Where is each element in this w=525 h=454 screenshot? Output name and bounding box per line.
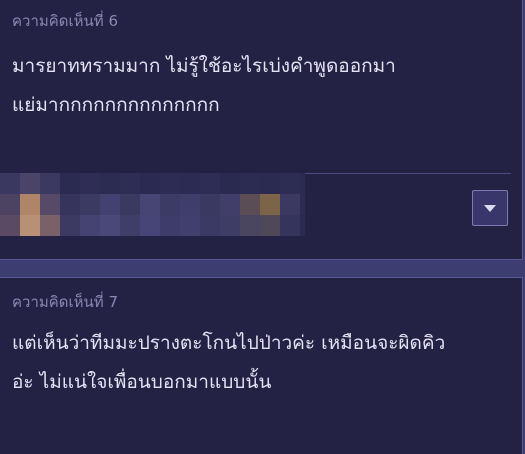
- mosaic-tile: [280, 173, 300, 194]
- mosaic-tile: [220, 194, 240, 215]
- mosaic-tile: [60, 173, 80, 194]
- mosaic-tile: [60, 194, 80, 215]
- mosaic-tile: [20, 194, 40, 215]
- mosaic-tile: [80, 194, 100, 215]
- mosaic-tile: [260, 173, 280, 194]
- author-profile-blurred[interactable]: [0, 171, 305, 237]
- mosaic-tile: [120, 194, 140, 215]
- mosaic-tile: [140, 173, 160, 194]
- mosaic-tile: [140, 194, 160, 215]
- mosaic-tile: [40, 215, 60, 236]
- mosaic-tile: [40, 173, 60, 194]
- mosaic-tile: [260, 215, 280, 236]
- comment-line: มารยาททรามมาก ไม่รู้ใช้อะไรเบ่งคำพูดออกม…: [12, 55, 396, 77]
- comment-page: ความคิดเห็นที่ 6 มารยาททรามมาก ไม่รู้ใช้…: [0, 0, 525, 454]
- mosaic-tile: [100, 194, 120, 215]
- mosaic-tile: [180, 173, 200, 194]
- mosaic-tile: [80, 215, 100, 236]
- mosaic-tile: [180, 194, 200, 215]
- comment-menu-button[interactable]: [472, 190, 508, 226]
- mosaic-tile: [280, 194, 300, 215]
- mosaic-tile: [100, 173, 120, 194]
- mosaic-tile: [80, 173, 100, 194]
- mosaic-tile: [0, 215, 20, 236]
- mosaic-tile: [280, 215, 300, 236]
- mosaic-tile: [260, 194, 280, 215]
- mosaic-tile: [120, 173, 140, 194]
- mosaic-tile: [20, 173, 40, 194]
- mosaic-tile: [200, 215, 220, 236]
- mosaic-tile: [200, 194, 220, 215]
- mosaic-tile: [60, 215, 80, 236]
- comment-body: มารยาททรามมาก ไม่รู้ใช้อะไรเบ่งคำพูดออกม…: [12, 47, 510, 125]
- chevron-down-icon: [484, 204, 496, 212]
- comment-card-6: ความคิดเห็นที่ 6 มารยาททรามมาก ไม่รู้ใช้…: [0, 0, 523, 260]
- mosaic-tile: [0, 173, 20, 194]
- mosaic-tile: [220, 173, 240, 194]
- mosaic-tile: [20, 215, 40, 236]
- mosaic-tile: [160, 173, 180, 194]
- mosaic-tile: [160, 194, 180, 215]
- comment-line: อ่ะ ไม่แน่ใจเพื่อนบอกมาแบบนั้น: [12, 371, 272, 393]
- comment-line: แต่เห็นว่าทีมมะปรางตะโกนไปป่าวค่ะ เหมือน…: [12, 332, 446, 354]
- mosaic-tile: [240, 215, 260, 236]
- mosaic-tile: [0, 194, 20, 215]
- mosaic-tile: [220, 215, 240, 236]
- mosaic-tile: [160, 215, 180, 236]
- comment-card-7: ความคิดเห็นที่ 7 แต่เห็นว่าทีมมะปรางตะโก…: [0, 277, 523, 454]
- mosaic-tile: [180, 215, 200, 236]
- comment-line: แย่มากกกกกกกกกกกกกก: [12, 94, 220, 116]
- mosaic-tile: [100, 215, 120, 236]
- mosaic-tile: [40, 194, 60, 215]
- mosaic-tile: [120, 215, 140, 236]
- comment-body: แต่เห็นว่าทีมมะปรางตะโกนไปป่าวค่ะ เหมือน…: [12, 324, 510, 402]
- mosaic-tile: [300, 215, 305, 236]
- mosaic-tile: [200, 173, 220, 194]
- mosaic-tile: [300, 173, 305, 194]
- mosaic-tile: [300, 194, 305, 215]
- comment-number: ความคิดเห็นที่ 6: [12, 12, 119, 30]
- mosaic-tile: [240, 194, 260, 215]
- mosaic-tile: [240, 173, 260, 194]
- mosaic-tile: [140, 215, 160, 236]
- comment-number: ความคิดเห็นที่ 7: [12, 293, 119, 311]
